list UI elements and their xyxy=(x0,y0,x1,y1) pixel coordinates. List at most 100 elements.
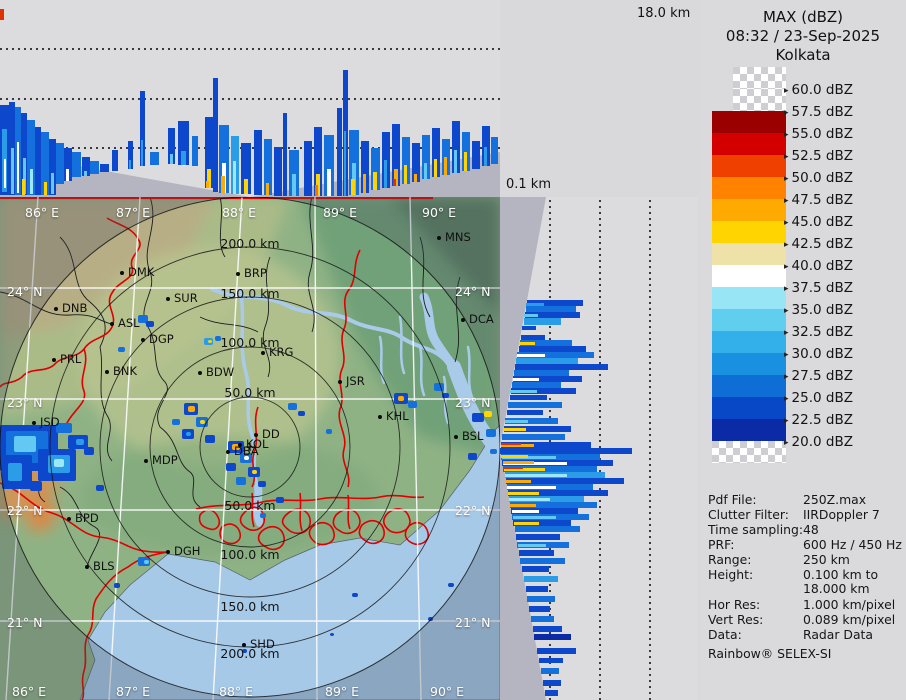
city-label-dnb: DNB xyxy=(62,301,88,315)
reflectivity-bar xyxy=(501,455,529,458)
reflectivity-bar xyxy=(531,616,554,622)
reflectivity-bar xyxy=(538,658,564,663)
city-marker xyxy=(166,550,170,554)
city-marker xyxy=(166,297,170,301)
legend-band xyxy=(733,89,786,111)
level-arrow-icon: ▸ xyxy=(784,394,789,404)
city-marker xyxy=(144,459,148,463)
city-marker xyxy=(226,450,230,454)
city-marker xyxy=(67,517,71,521)
city-label-prl: PRL xyxy=(60,352,82,366)
city-marker xyxy=(198,371,202,375)
reflectivity-bar xyxy=(0,8,4,20)
lon-label-top: 89° E xyxy=(323,205,358,220)
legend-level-label: ▸ 25.0 dBZ xyxy=(784,390,853,406)
reflectivity-bar xyxy=(112,149,118,171)
reflectivity-bar xyxy=(508,492,540,495)
reflectivity-bar xyxy=(22,179,25,195)
level-arrow-icon: ▸ xyxy=(784,416,789,426)
reflectivity-bar xyxy=(513,522,540,525)
legend-band xyxy=(712,133,786,155)
reflectivity-bar xyxy=(414,174,417,182)
legend-band xyxy=(712,375,786,397)
legend-level-label: ▸ 27.5 dBZ xyxy=(784,368,853,384)
city-label-brp: BRP xyxy=(244,266,267,280)
legend-band xyxy=(712,309,786,331)
reflectivity-bar xyxy=(484,146,487,167)
reflectivity-bar xyxy=(304,141,312,196)
reflectivity-bar xyxy=(454,149,457,173)
reflectivity-bar xyxy=(100,164,109,172)
metadata-label: Height: xyxy=(708,566,754,582)
city-label-bls: BLS xyxy=(93,559,115,573)
legend-panel: MAX (dBZ) 08:32 / 23-Sep-2025 Kolkata ▸ 6… xyxy=(700,0,906,700)
reflectivity-bar xyxy=(521,566,550,572)
reflectivity-bar xyxy=(520,558,565,564)
level-arrow-icon: ▸ xyxy=(784,240,789,250)
reflectivity-bar xyxy=(424,163,427,180)
reflectivity-bar xyxy=(509,498,551,501)
product-title: MAX (dBZ) xyxy=(762,8,844,26)
ring-label: 100.0 km xyxy=(220,335,280,350)
height-axis-origin-label: 0.1 km xyxy=(506,177,551,192)
software-brand: Rainbow® SELEX-SI xyxy=(708,646,832,661)
reflectivity-bar xyxy=(363,174,366,193)
radar-max-display: { "header": { "title": "MAX (dBZ)", "tim… xyxy=(0,0,906,700)
lon-label-top: 90° E xyxy=(422,205,457,220)
lat-label-right: 24° N xyxy=(455,284,491,299)
reflectivity-bar xyxy=(509,395,548,400)
reflectivity-bar xyxy=(512,516,556,519)
reflectivity-bar xyxy=(4,158,6,189)
reflectivity-bar xyxy=(514,526,580,532)
legend-band xyxy=(712,177,786,199)
reflectivity-bar xyxy=(523,576,558,582)
reflectivity-bar xyxy=(56,143,64,184)
legend-band xyxy=(712,331,786,353)
city-marker xyxy=(454,435,458,439)
legend-level-label: ▸ 47.5 dBZ xyxy=(784,192,853,208)
reflectivity-bar xyxy=(192,135,198,167)
city-marker xyxy=(338,380,342,384)
legend-level-label: ▸ 32.5 dBZ xyxy=(784,324,853,340)
lon-label-top: 88° E xyxy=(222,205,257,220)
reflectivity-bar xyxy=(183,165,185,167)
xz-profile-panel xyxy=(0,0,500,197)
reflectivity-bar xyxy=(66,168,69,181)
level-arrow-icon: ▸ xyxy=(784,130,789,140)
reflectivity-bar xyxy=(536,648,576,654)
city-marker xyxy=(461,318,465,322)
reflectivity-bar xyxy=(472,141,480,169)
reflectivity-bar xyxy=(221,176,225,193)
city-marker xyxy=(105,370,109,374)
reflectivity-bar xyxy=(373,171,377,191)
reflectivity-bar xyxy=(434,158,437,178)
city-label-dca: DCA xyxy=(469,312,494,326)
reflectivity-bar xyxy=(529,606,551,612)
city-marker xyxy=(120,271,124,275)
legend-band xyxy=(712,287,786,309)
legend-band xyxy=(712,265,786,287)
reflectivity-bar xyxy=(315,184,318,196)
reflectivity-bar xyxy=(510,390,538,393)
reflectivity-bar xyxy=(523,318,562,325)
reflectivity-bar xyxy=(129,159,131,169)
legend-level-label: ▸ 52.5 dBZ xyxy=(784,148,853,164)
metadata-value: 600 Hz / 450 Hz xyxy=(803,536,902,552)
reflectivity-bar xyxy=(90,160,99,174)
reflectivity-bar xyxy=(540,668,560,674)
lat-label-left: 21° N xyxy=(7,615,43,630)
map-labels: DMK SUR DNB ASL DGP PRL BNK BDW KRG BRP MNS DCA JSR K… xyxy=(0,197,500,700)
metadata-value: 0.100 km to xyxy=(803,566,879,582)
lon-label-bottom: 88° E xyxy=(219,684,254,699)
level-arrow-icon: ▸ xyxy=(784,438,789,448)
level-arrow-icon: ▸ xyxy=(784,86,789,96)
city-label-dba: DBA xyxy=(234,444,259,458)
reflectivity-bar xyxy=(504,474,567,477)
reflectivity-bar xyxy=(544,690,558,696)
metadata-value: IIRDoppler 7 xyxy=(803,506,880,522)
city-label-mdp: MDP xyxy=(152,453,178,467)
ppi-map: DMK SUR DNB ASL DGP PRL BNK BDW KRG BRP MNS DCA JSR K… xyxy=(0,197,500,700)
level-arrow-icon: ▸ xyxy=(784,262,789,272)
metadata-label: PRF: xyxy=(708,536,735,552)
lon-label-bottom: 89° E xyxy=(325,684,360,699)
